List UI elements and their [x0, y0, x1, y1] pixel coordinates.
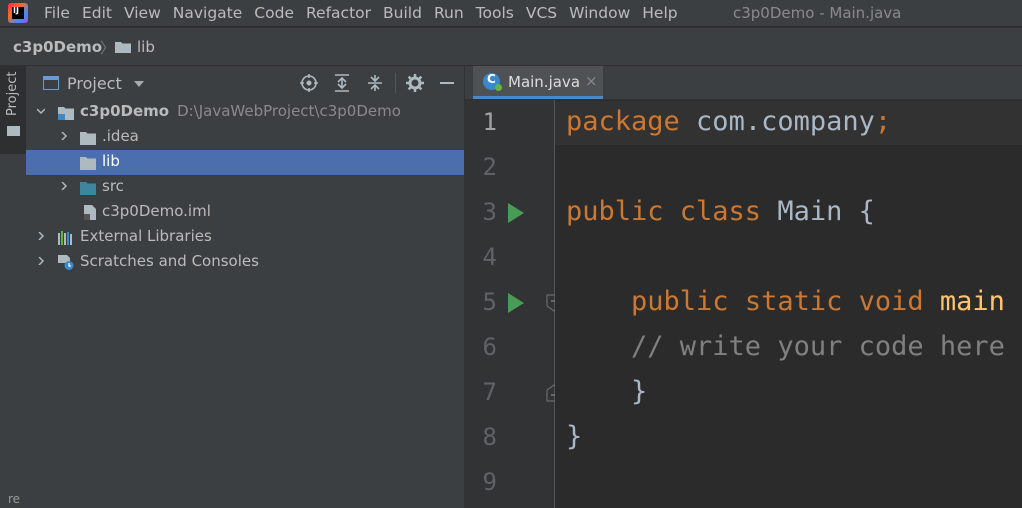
- java-class-icon: [483, 72, 502, 91]
- menu-navigate[interactable]: Navigate: [167, 0, 249, 26]
- folder-icon: [80, 157, 96, 170]
- tree-item-lib[interactable]: lib: [26, 150, 464, 175]
- menu-bar: IJ File Edit View Navigate Code Refactor…: [0, 0, 1022, 26]
- menu-refactor[interactable]: Refactor: [300, 0, 377, 26]
- source-folder-icon: [80, 182, 96, 195]
- project-path: D:\JavaWebProject\c3p0Demo: [177, 102, 401, 120]
- line-number: 5: [482, 288, 497, 316]
- line-number: 4: [482, 243, 497, 271]
- tree-item-label: c3p0Demo.iml: [102, 202, 211, 220]
- menu-run[interactable]: Run: [428, 0, 470, 26]
- project-tool-label: Project: [5, 71, 20, 116]
- folder-icon: [7, 126, 20, 136]
- code-editor[interactable]: package com.company; public class Main {…: [555, 100, 1022, 508]
- tree-item-label: lib: [102, 152, 120, 170]
- folder-icon: [80, 132, 96, 145]
- navigation-bar: c3p0Demo 〉 lib: [0, 27, 1022, 66]
- tree-item-external-libraries[interactable]: External Libraries: [26, 225, 464, 250]
- code-line-7[interactable]: }: [566, 376, 647, 407]
- expand-all-icon[interactable]: [333, 74, 351, 92]
- header-divider: [395, 73, 396, 93]
- window-title: c3p0Demo - Main.java: [733, 4, 902, 22]
- tree-item-label: c3p0Demo D:\JavaWebProject\c3p0Demo: [80, 102, 401, 120]
- tree-item-c3p0demo[interactable]: c3p0Demo D:\JavaWebProject\c3p0Demo: [26, 100, 464, 125]
- menu-view[interactable]: View: [118, 0, 167, 26]
- code-line-5[interactable]: public static void main: [566, 286, 1005, 317]
- tree-item-iml[interactable]: c3p0Demo.iml: [26, 200, 464, 225]
- chevron-right-icon[interactable]: [60, 182, 68, 190]
- project-window-icon: [43, 76, 59, 90]
- chevron-down-icon[interactable]: [134, 81, 144, 87]
- keyword: public static void: [631, 286, 924, 317]
- module-folder-icon: [58, 107, 74, 120]
- structure-tool-label[interactable]: re: [8, 492, 20, 506]
- tree-item-label: Scratches and Consoles: [80, 252, 259, 270]
- breadcrumb-project[interactable]: c3p0Demo: [13, 38, 102, 56]
- code-line-3[interactable]: public class Main {: [566, 196, 875, 227]
- folder-icon: [115, 42, 131, 53]
- locate-file-icon[interactable]: [300, 74, 318, 92]
- chevron-right-icon[interactable]: [37, 257, 45, 265]
- tree-item-scratches[interactable]: Scratches and Consoles: [26, 250, 464, 275]
- menu-vcs[interactable]: VCS: [520, 0, 563, 26]
- module-file-icon: [84, 205, 96, 220]
- line-number: 7: [482, 378, 497, 406]
- tab-label: Main.java: [508, 73, 581, 91]
- run-main-icon[interactable]: [508, 293, 524, 313]
- close-icon[interactable]: ×: [585, 72, 598, 90]
- hide-panel-icon[interactable]: [438, 74, 456, 92]
- line-number: 9: [482, 468, 497, 496]
- menu-tools[interactable]: Tools: [470, 0, 520, 26]
- menu-help[interactable]: Help: [636, 0, 683, 26]
- code-line-1[interactable]: package com.company;: [566, 106, 891, 137]
- project-panel-header: Project: [26, 66, 464, 100]
- code-line-6[interactable]: // write your code here: [566, 331, 1005, 362]
- chevron-down-icon[interactable]: [37, 107, 45, 115]
- intellij-logo-icon[interactable]: IJ: [8, 3, 28, 23]
- chevron-right-icon[interactable]: [37, 232, 45, 240]
- scratches-icon: [58, 255, 74, 270]
- project-panel: Project c3p0Demo D:\JavaWebProject\c3p0De…: [26, 66, 465, 508]
- line-number: 1: [482, 108, 497, 136]
- menu-edit[interactable]: Edit: [76, 0, 118, 26]
- tree-item-src[interactable]: src: [26, 175, 464, 200]
- run-class-icon[interactable]: [508, 203, 524, 223]
- menu-window[interactable]: Window: [563, 0, 636, 26]
- code-line-8[interactable]: }: [566, 421, 582, 452]
- tree-item-label: src: [102, 177, 124, 195]
- main-menu: File Edit View Navigate Code Refactor Bu…: [44, 0, 684, 26]
- keyword: public class: [566, 196, 762, 227]
- tree-item-label: .idea: [102, 127, 139, 145]
- left-tool-strip: Project re: [0, 66, 27, 508]
- tree-item-label: External Libraries: [80, 227, 212, 245]
- line-number: 6: [482, 333, 497, 361]
- tree-item-idea[interactable]: .idea: [26, 125, 464, 150]
- identifier: com.company: [679, 106, 875, 137]
- line-number: 2: [482, 153, 497, 181]
- breadcrumb-separator-icon: 〉: [100, 39, 116, 57]
- keyword: package: [566, 106, 680, 137]
- tab-main-java[interactable]: Main.java ×: [473, 66, 603, 99]
- line-number: 3: [482, 198, 497, 226]
- breadcrumb-folder[interactable]: lib: [137, 38, 155, 56]
- project-panel-title[interactable]: Project: [67, 74, 122, 93]
- chevron-right-icon[interactable]: [60, 132, 68, 140]
- library-icon: [58, 231, 72, 245]
- gear-icon[interactable]: [406, 74, 424, 92]
- collapse-all-icon[interactable]: [366, 74, 384, 92]
- identifier: Main {: [761, 196, 875, 227]
- semicolon: ;: [874, 106, 892, 137]
- method-name: main: [923, 286, 1005, 317]
- project-tool-button[interactable]: Project: [0, 66, 26, 154]
- menu-build[interactable]: Build: [377, 0, 428, 26]
- menu-file[interactable]: File: [44, 0, 76, 26]
- project-name: c3p0Demo: [80, 102, 170, 120]
- editor-tab-bar: Main.java ×: [465, 66, 1022, 100]
- menu-code[interactable]: Code: [248, 0, 300, 26]
- line-number: 8: [482, 423, 497, 451]
